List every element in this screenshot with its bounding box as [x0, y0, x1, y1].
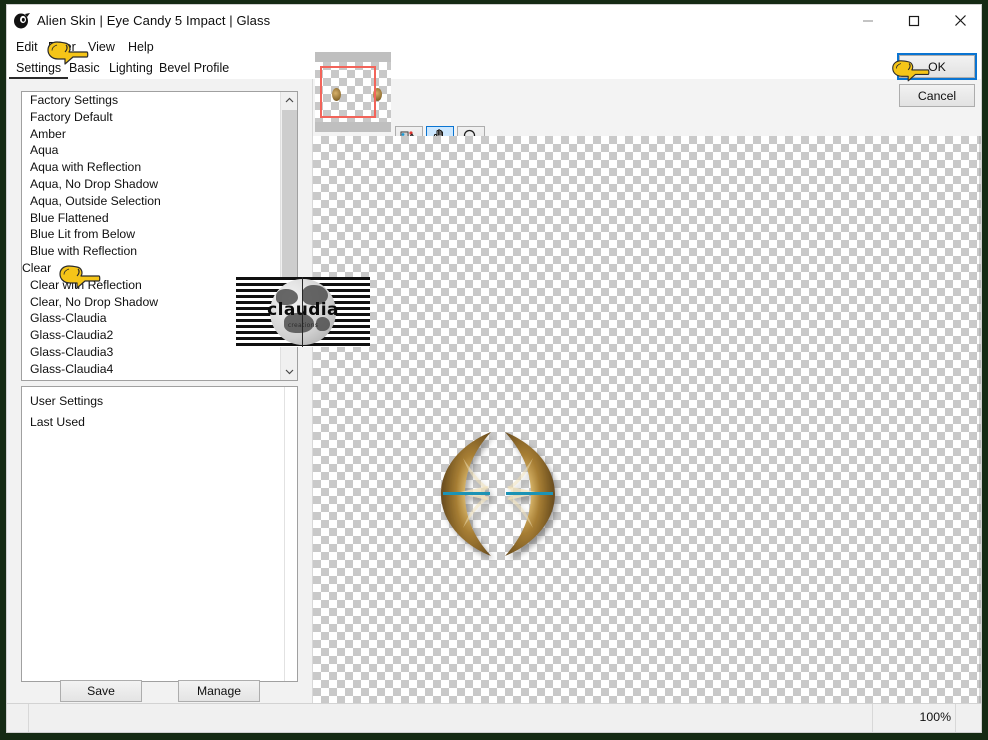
- preview-toolbar: Preview Background: None: [313, 52, 981, 198]
- factory-list-item-selected[interactable]: Clear: [22, 261, 51, 275]
- watermark-text: claudia: [267, 300, 339, 320]
- status-cell-middle: [29, 704, 873, 732]
- user-list-divider: [284, 387, 285, 681]
- factory-list-item[interactable]: Factory Settings: [22, 92, 280, 109]
- preview-panel: Preview Background: None: [313, 52, 981, 703]
- tab-bevel-profile[interactable]: Bevel Profile: [152, 58, 236, 79]
- user-list-item[interactable]: Last Used: [22, 412, 297, 433]
- factory-list-item[interactable]: Factory Default: [22, 109, 280, 126]
- menu-help[interactable]: Help: [125, 40, 157, 54]
- minimize-button[interactable]: [845, 5, 891, 36]
- window-title: Alien Skin | Eye Candy 5 Impact | Glass: [37, 13, 271, 28]
- factory-list-item[interactable]: Aqua, No Drop Shadow: [22, 176, 280, 193]
- chevron-up-icon[interactable]: [281, 92, 297, 109]
- dialog-actions: OK Cancel: [897, 53, 977, 107]
- menu-filter[interactable]: Filter: [45, 40, 79, 54]
- factory-list-item[interactable]: Aqua, Outside Selection: [22, 193, 280, 210]
- manage-button[interactable]: Manage: [178, 680, 260, 702]
- status-cell-right: [955, 704, 981, 732]
- status-bar: 100%: [7, 703, 981, 732]
- factory-list-item[interactable]: Aqua: [22, 142, 280, 159]
- cancel-button[interactable]: Cancel: [899, 84, 975, 107]
- window-outer-frame: Alien Skin | Eye Candy 5 Impact | Glass …: [0, 0, 988, 740]
- settings-panel: Factory Settings Factory Default Amber Aqua…: [7, 79, 313, 703]
- user-settings-listbox[interactable]: User Settings Last Used: [21, 386, 298, 682]
- close-button[interactable]: [937, 5, 981, 36]
- chevron-down-icon[interactable]: [281, 363, 297, 380]
- tab-strip: Settings Basic Lighting Bevel Profile: [7, 57, 981, 80]
- menu-view[interactable]: View: [85, 40, 118, 54]
- user-list-item[interactable]: User Settings: [22, 391, 297, 412]
- factory-list-item[interactable]: Clear: [22, 260, 280, 277]
- application-window: Alien Skin | Eye Candy 5 Impact | Glass …: [6, 4, 982, 733]
- factory-list-item[interactable]: Amber: [22, 126, 280, 143]
- factory-list-item[interactable]: Blue Lit from Below: [22, 226, 280, 243]
- tab-basic[interactable]: Basic: [62, 58, 107, 79]
- factory-list-item[interactable]: Aqua with Reflection: [22, 159, 280, 176]
- save-button[interactable]: Save: [60, 680, 142, 702]
- alien-skin-logo-icon: [13, 12, 31, 30]
- zoom-level-indicator: 100%: [919, 710, 951, 724]
- preview-canvas[interactable]: [313, 136, 981, 703]
- title-bar: Alien Skin | Eye Candy 5 Impact | Glass: [7, 5, 981, 37]
- user-settings-list: User Settings Last Used: [22, 387, 297, 433]
- factory-list-item[interactable]: Glass-Claudia4: [22, 361, 280, 378]
- menu-bar: Edit Filter View Help: [7, 37, 981, 57]
- glass-artwork: [433, 426, 563, 561]
- preview-vertical-scrollbar[interactable]: [979, 136, 981, 703]
- factory-list-item[interactable]: Blue with Reflection: [22, 243, 280, 260]
- watermark-divider-line: [302, 277, 303, 347]
- navigator-thumbnail[interactable]: [315, 52, 391, 132]
- status-cell-left: [7, 704, 29, 732]
- ok-button[interactable]: OK: [897, 53, 977, 80]
- watermark-overlay: claudia creations: [236, 277, 370, 347]
- navigator-viewport-rect[interactable]: [320, 66, 376, 118]
- maximize-button[interactable]: [891, 5, 937, 36]
- factory-list-item[interactable]: Blue Flattened: [22, 210, 280, 227]
- tab-settings[interactable]: Settings: [9, 58, 69, 79]
- menu-edit[interactable]: Edit: [13, 40, 41, 54]
- watermark-subtext: creations: [236, 322, 370, 329]
